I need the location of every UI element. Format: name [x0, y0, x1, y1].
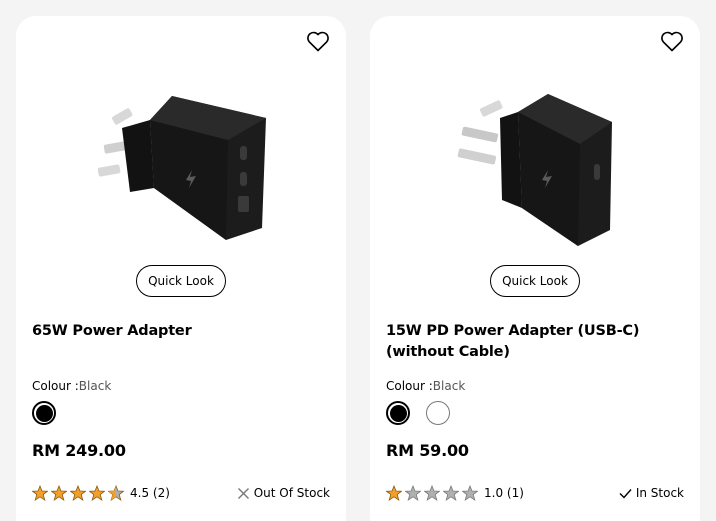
colour-value: Black — [78, 379, 112, 393]
product-name[interactable]: 65W Power Adapter — [32, 321, 332, 342]
colour-swatches — [386, 401, 450, 425]
stock-status: Out Of Stock — [237, 486, 330, 500]
product-price: RM 249.00 — [32, 441, 126, 460]
star-icon-empty — [462, 485, 478, 501]
rating[interactable]: 1.0 (1) — [386, 485, 524, 501]
colour-row: Colour :Black — [386, 379, 465, 393]
star-icon-filled — [386, 485, 402, 501]
star-icon-empty — [424, 485, 440, 501]
product-name[interactable]: 15W PD Power Adapter (USB-C) (without Ca… — [386, 321, 686, 363]
star-icon-filled — [89, 485, 105, 501]
quick-look-button[interactable]: Quick Look — [490, 265, 580, 297]
colour-swatch-black[interactable] — [32, 401, 56, 425]
star-icon-half — [108, 485, 124, 501]
colour-swatch-white[interactable] — [426, 401, 450, 425]
colour-value: Black — [432, 379, 466, 393]
check-icon — [619, 488, 632, 499]
star-icon-filled — [32, 485, 48, 501]
colour-swatch-black[interactable] — [386, 401, 410, 425]
stock-status: In Stock — [619, 486, 684, 500]
product-card[interactable]: Quick Look 15W PD Power Adapter (USB-C) … — [370, 16, 700, 521]
product-card[interactable]: Quick Look 65W Power Adapter Colour :Bla… — [16, 16, 346, 521]
colour-swatches — [32, 401, 56, 425]
product-image[interactable] — [430, 88, 650, 258]
quick-look-button[interactable]: Quick Look — [136, 265, 226, 297]
rating-text: 4.5 (2) — [130, 486, 170, 500]
heart-icon[interactable] — [660, 30, 684, 52]
colour-row: Colour :Black — [32, 379, 111, 393]
star-icon-empty — [443, 485, 459, 501]
close-icon — [237, 487, 249, 499]
rating-text: 1.0 (1) — [484, 486, 524, 500]
stock-text: Out Of Stock — [253, 486, 330, 500]
colour-label: Colour : — [386, 379, 433, 393]
stock-text: In Stock — [635, 486, 684, 500]
product-price: RM 59.00 — [386, 441, 469, 460]
star-icon-empty — [405, 485, 421, 501]
colour-label: Colour : — [32, 379, 79, 393]
heart-icon[interactable] — [306, 30, 330, 52]
star-icon-filled — [51, 485, 67, 501]
rating[interactable]: 4.5 (2) — [32, 485, 170, 501]
star-icon-filled — [70, 485, 86, 501]
product-image[interactable] — [76, 88, 296, 258]
